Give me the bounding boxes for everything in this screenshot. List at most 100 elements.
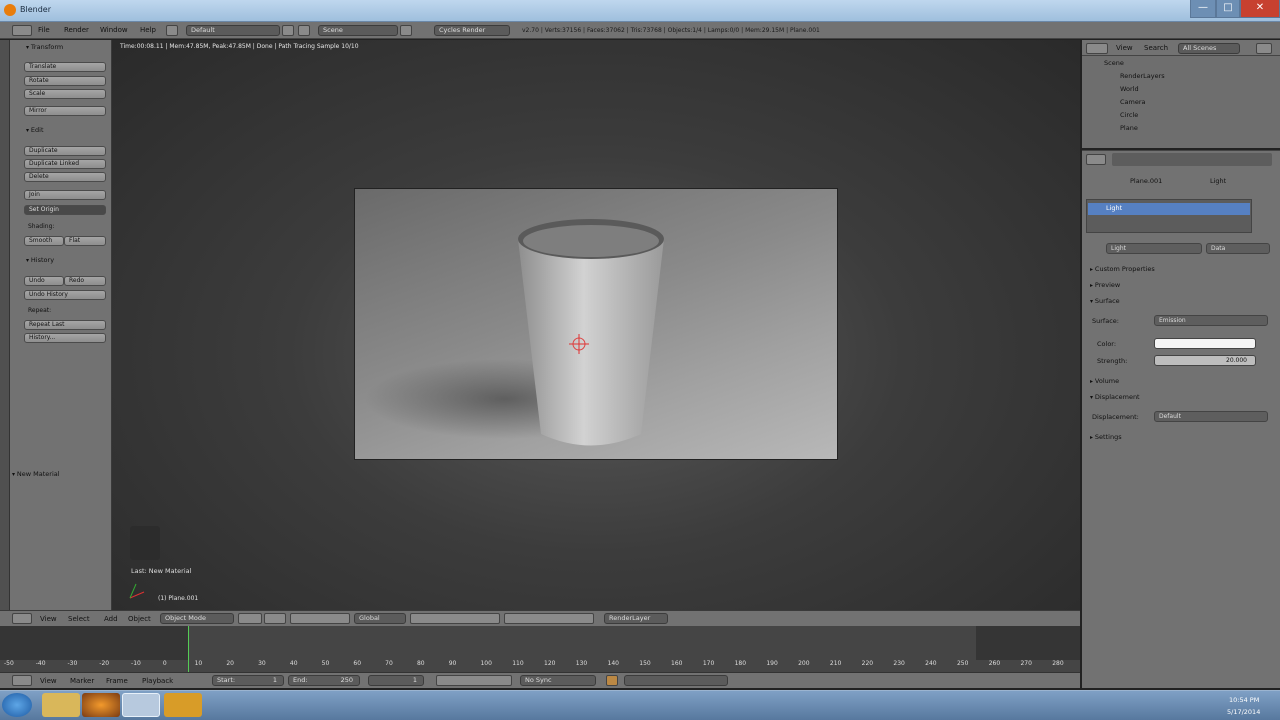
menu-render[interactable]: Render	[64, 26, 89, 34]
snap-buttons[interactable]	[504, 613, 594, 624]
render-layer-select[interactable]: RenderLayer	[604, 613, 668, 624]
edit-panel-header[interactable]: Edit	[26, 126, 122, 136]
menu-help[interactable]: Help	[140, 26, 156, 34]
editor-type-menu-3d[interactable]	[12, 613, 32, 624]
start-frame-field[interactable]: Start: 1	[212, 675, 284, 686]
menu-select[interactable]: Select	[68, 615, 90, 623]
smooth-button[interactable]: Smooth	[24, 236, 64, 246]
set-origin-select[interactable]: Set Origin	[24, 205, 106, 215]
settings-section[interactable]: Settings	[1090, 433, 1122, 443]
firefox-taskbar-icon[interactable]	[82, 693, 120, 717]
scene-select[interactable]: Scene	[318, 25, 398, 36]
pivot-point-button[interactable]	[264, 613, 286, 624]
join-button[interactable]: Join	[24, 190, 106, 200]
manipulator-buttons[interactable]	[290, 613, 350, 624]
menu-window[interactable]: Window	[100, 26, 128, 34]
preview-section[interactable]: Preview	[1090, 281, 1120, 291]
sync-mode-select[interactable]: No Sync	[520, 675, 596, 686]
mirror-button[interactable]: Mirror	[24, 106, 106, 116]
displacement-section[interactable]: Displacement	[1090, 393, 1140, 403]
start-button-icon[interactable]	[2, 693, 32, 717]
menu-outliner-view[interactable]: View	[1116, 44, 1133, 52]
menu-add[interactable]: Add	[104, 615, 118, 623]
new-material-operator-panel[interactable]: New Material	[12, 470, 108, 480]
undo-history-button[interactable]: Undo History	[24, 290, 106, 300]
material-name-field[interactable]: Light	[1106, 243, 1202, 254]
outliner[interactable]	[1082, 40, 1280, 148]
timeline-area[interactable]: -50 -40 -30 -20 -10 0 10 20 30 40 50 60 70 80 90 100 110…	[0, 626, 1080, 672]
flat-button[interactable]: Flat	[64, 236, 106, 246]
editor-type-menu[interactable]	[12, 25, 32, 36]
menu-playback[interactable]: Playback	[142, 677, 173, 685]
playback-controls[interactable]	[436, 675, 512, 686]
outliner-row-plane[interactable]: Plane	[1120, 124, 1138, 136]
close-button[interactable]: ✕	[1240, 0, 1280, 18]
translate-button[interactable]: Translate	[24, 62, 106, 72]
surface-shader-select[interactable]: Emission	[1154, 315, 1268, 326]
undo-button[interactable]: Undo	[24, 276, 64, 286]
layout-add-button[interactable]	[282, 25, 294, 36]
orientation-select[interactable]: Global	[354, 613, 406, 624]
menu-frame[interactable]: Frame	[106, 677, 128, 685]
material-slot-light[interactable]: Light	[1088, 203, 1250, 215]
scene-filter-select[interactable]: All Scenes	[1178, 43, 1240, 54]
duplicate-button[interactable]: Duplicate	[24, 146, 106, 156]
minimize-button[interactable]: —	[1190, 0, 1216, 18]
editor-type-menu-outliner[interactable]	[1086, 43, 1108, 54]
property-context-tabs[interactable]	[1112, 153, 1272, 166]
timeline-tick-label: 210	[829, 660, 842, 667]
editor-type-menu-props[interactable]	[1086, 154, 1106, 165]
tool-shelf-tabs[interactable]	[0, 40, 10, 610]
menu-object[interactable]: Object	[128, 615, 151, 623]
record-button[interactable]	[606, 675, 618, 686]
scale-button[interactable]: Scale	[24, 89, 106, 99]
menu-search[interactable]: Search	[1144, 44, 1168, 52]
redo-button[interactable]: Redo	[64, 276, 106, 286]
scene-stats: v2.70 | Verts:37156 | Faces:37062 | Tris…	[522, 27, 820, 34]
material-slot-list[interactable]: Light	[1086, 199, 1252, 233]
volume-section[interactable]: Volume	[1090, 377, 1119, 387]
history-button[interactable]: History...	[24, 333, 106, 343]
outliner-row-scene[interactable]: Scene	[1104, 59, 1124, 71]
editor-type-menu-timeline[interactable]	[12, 675, 32, 686]
outliner-row-renderlayers[interactable]: RenderLayers	[1120, 72, 1165, 84]
current-frame-field[interactable]: 1	[368, 675, 424, 686]
history-panel-header[interactable]: History	[26, 256, 122, 266]
render-status-text: Time:00:08.11 | Mem:47.85M, Peak:47.85M …	[120, 43, 359, 50]
menu-file[interactable]: File	[38, 26, 50, 34]
scene-icon[interactable]	[298, 25, 310, 36]
mode-select[interactable]: Object Mode	[160, 613, 234, 624]
blender-taskbar-icon[interactable]	[122, 693, 160, 717]
app-taskbar-icon[interactable]	[164, 693, 202, 717]
maximize-button[interactable]: □	[1216, 0, 1240, 18]
outliner-row-world[interactable]: World	[1120, 85, 1139, 97]
scene-add-button[interactable]	[400, 25, 412, 36]
menu-view[interactable]: View	[40, 615, 57, 623]
rendered-cup-image	[365, 219, 664, 446]
render-engine-select[interactable]: Cycles Render	[434, 25, 510, 36]
strength-field[interactable]: 20.000	[1154, 355, 1256, 366]
layout-select[interactable]: Default	[186, 25, 280, 36]
menu-marker[interactable]: Marker	[70, 677, 94, 685]
layout-icon[interactable]	[166, 25, 178, 36]
explorer-taskbar-icon[interactable]	[42, 693, 80, 717]
outliner-row-circle[interactable]: Circle	[1120, 111, 1138, 123]
repeat-last-button[interactable]: Repeat Last	[24, 320, 106, 330]
custom-properties-section[interactable]: Custom Properties	[1090, 265, 1155, 275]
color-swatch[interactable]	[1154, 338, 1256, 349]
menu-timeline-view[interactable]: View	[40, 677, 57, 685]
outliner-row-camera[interactable]: Camera	[1120, 98, 1146, 110]
duplicate-linked-button[interactable]: Duplicate Linked	[24, 159, 106, 169]
end-frame-field[interactable]: End: 250	[288, 675, 360, 686]
rotate-button[interactable]: Rotate	[24, 76, 106, 86]
shading-mode-button[interactable]	[238, 613, 262, 624]
surface-section[interactable]: Surface	[1090, 297, 1120, 307]
displacement-select[interactable]: Default	[1154, 411, 1268, 422]
outliner-search-icon[interactable]	[1256, 43, 1272, 54]
layer-buttons[interactable]	[410, 613, 500, 624]
keying-set-field[interactable]	[624, 675, 728, 686]
data-link-select[interactable]: Data	[1206, 243, 1270, 254]
transform-panel-header[interactable]: Transform	[26, 43, 122, 53]
delete-button[interactable]: Delete	[24, 172, 106, 182]
mouse-icon	[130, 526, 160, 560]
